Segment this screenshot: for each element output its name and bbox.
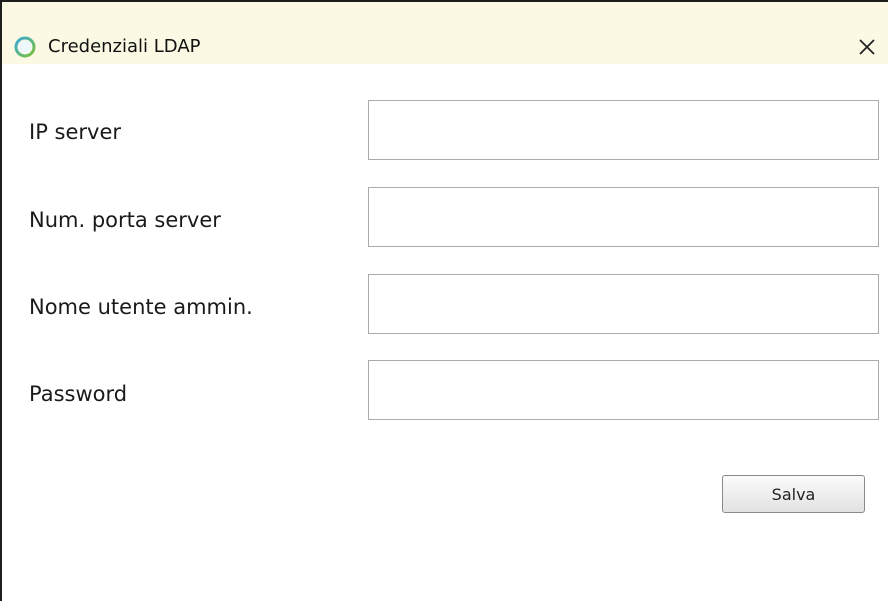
ip-server-label: IP server bbox=[29, 120, 122, 144]
ring-logo-icon bbox=[13, 35, 37, 59]
title-bar: Credenziali LDAP bbox=[2, 2, 888, 64]
admin-username-input[interactable] bbox=[368, 274, 879, 334]
server-port-label: Num. porta server bbox=[29, 208, 221, 232]
close-icon bbox=[859, 39, 875, 55]
server-port-input[interactable] bbox=[368, 187, 879, 247]
password-label: Password bbox=[29, 382, 128, 406]
password-input[interactable] bbox=[368, 360, 879, 420]
ldap-credentials-dialog: Credenziali LDAP IP server Num. porta se… bbox=[0, 0, 888, 601]
save-button[interactable]: Salva bbox=[722, 475, 865, 513]
admin-username-label: Nome utente ammin. bbox=[29, 295, 253, 319]
window-title: Credenziali LDAP bbox=[48, 36, 201, 57]
ip-server-input[interactable] bbox=[368, 100, 879, 160]
close-button[interactable] bbox=[850, 30, 884, 64]
